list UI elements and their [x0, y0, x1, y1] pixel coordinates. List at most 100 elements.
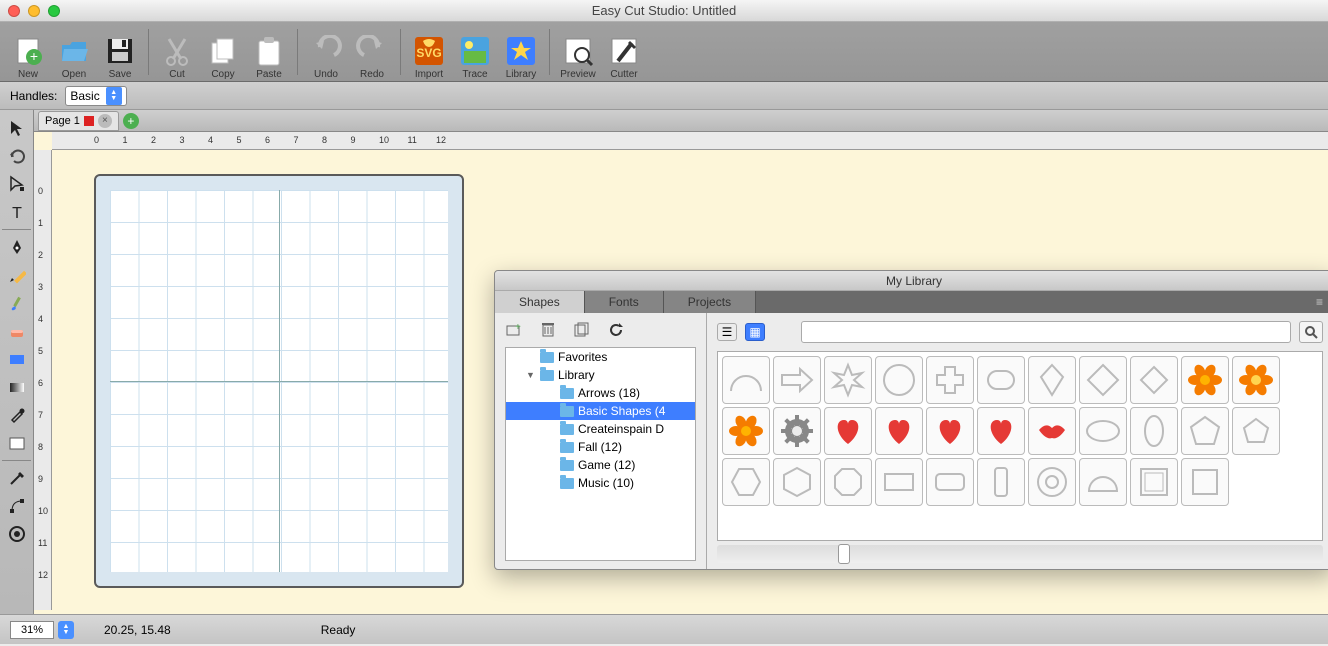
library-tree[interactable]: Favorites▼LibraryArrows (18)Basic Shapes…: [505, 347, 696, 561]
library-menu-icon[interactable]: ≡: [1306, 291, 1328, 313]
library-title[interactable]: My Library: [495, 271, 1328, 291]
shape-pentagon[interactable]: [1181, 407, 1229, 455]
tree-item[interactable]: Fall (12): [506, 438, 695, 456]
shape-rect-tall[interactable]: [977, 458, 1025, 506]
shape-hexagon[interactable]: [722, 458, 770, 506]
shape-circle[interactable]: [875, 356, 923, 404]
zoom-stepper[interactable]: ▲▼: [58, 621, 74, 639]
shape-arrow[interactable]: [773, 356, 821, 404]
shape-rect-tool[interactable]: [2, 346, 32, 372]
copy-button[interactable]: Copy: [201, 24, 245, 80]
shape-pentagon2[interactable]: [1232, 407, 1280, 455]
trace-button[interactable]: Trace: [453, 24, 497, 80]
brush-tool[interactable]: [2, 290, 32, 316]
list-view-button[interactable]: ☰: [717, 323, 737, 341]
cutting-mat[interactable]: [94, 174, 464, 588]
toolbar-label: New: [18, 69, 38, 80]
shape-square-bevel[interactable]: [1130, 458, 1178, 506]
tree-item[interactable]: Favorites: [506, 348, 695, 366]
close-tab-icon[interactable]: ×: [98, 114, 112, 128]
add-folder-icon[interactable]: +: [505, 321, 523, 339]
undo-button[interactable]: Undo: [304, 24, 348, 80]
pencil-tool[interactable]: [2, 262, 32, 288]
shape-lips[interactable]: [1028, 407, 1076, 455]
pen-tool[interactable]: [2, 234, 32, 260]
tree-item[interactable]: ▼Library: [506, 366, 695, 384]
shape-asterisk[interactable]: [824, 356, 872, 404]
shape-rounded-rect[interactable]: [926, 458, 974, 506]
library-tab-shapes[interactable]: Shapes: [495, 291, 585, 313]
shape-hexagon2[interactable]: [773, 458, 821, 506]
cut-icon: [161, 35, 193, 67]
import-icon: SVG: [413, 35, 445, 67]
shape-diamond2[interactable]: [1130, 356, 1178, 404]
eyedropper-tool[interactable]: [2, 402, 32, 428]
add-tab-button[interactable]: +: [123, 113, 139, 129]
page-tab[interactable]: Page 1 ×: [38, 111, 119, 131]
shape-capsule[interactable]: [977, 356, 1025, 404]
tree-item[interactable]: Arrows (18): [506, 384, 695, 402]
select-tool[interactable]: [2, 115, 32, 141]
shape-octagon[interactable]: [824, 458, 872, 506]
tree-item[interactable]: Createinspain D: [506, 420, 695, 438]
new-button[interactable]: + New: [6, 24, 50, 80]
node-tool[interactable]: [2, 171, 32, 197]
eraser-tool[interactable]: [2, 318, 32, 344]
open-button[interactable]: Open: [52, 24, 96, 80]
shape-diamond[interactable]: [1079, 356, 1127, 404]
shape-arch[interactable]: [722, 356, 770, 404]
handles-select[interactable]: Basic ▲▼: [65, 86, 126, 106]
shape-flower-orange-yellow[interactable]: [1232, 356, 1280, 404]
shape-heart3[interactable]: [926, 407, 974, 455]
tree-item[interactable]: Game (12): [506, 456, 695, 474]
rotate-tool[interactable]: [2, 143, 32, 169]
bezier-tool[interactable]: [2, 493, 32, 519]
toolbar-label: Preview: [560, 69, 596, 80]
cutter-button[interactable]: Cutter: [602, 24, 646, 80]
tree-item[interactable]: Music (10): [506, 474, 695, 492]
shape-ellipse[interactable]: [1079, 407, 1127, 455]
shape-heart-half[interactable]: [977, 407, 1025, 455]
shape-flower-orange[interactable]: [1181, 356, 1229, 404]
shape-gear[interactable]: [773, 407, 821, 455]
save-button[interactable]: Save: [98, 24, 142, 80]
gradient-tool[interactable]: [2, 374, 32, 400]
search-button[interactable]: [1299, 321, 1323, 343]
shape-flower-orange-small[interactable]: [722, 407, 770, 455]
tree-label: Music (10): [578, 476, 634, 490]
shape-rect[interactable]: [875, 458, 923, 506]
import-button[interactable]: SVG Import: [407, 24, 451, 80]
library-tab-projects[interactable]: Projects: [664, 291, 756, 313]
paste-icon: [253, 35, 285, 67]
paste-button[interactable]: Paste: [247, 24, 291, 80]
library-tab-fonts[interactable]: Fonts: [585, 291, 664, 313]
toolbar-label: Import: [415, 69, 443, 80]
text-tool[interactable]: T: [2, 199, 32, 225]
shape-heart2[interactable]: [875, 407, 923, 455]
svg-text:SVG: SVG: [416, 46, 441, 60]
thumbnail-size-slider[interactable]: [717, 545, 1323, 563]
shape-square[interactable]: [1181, 458, 1229, 506]
shape-oval-tall[interactable]: [1130, 407, 1178, 455]
refresh-icon[interactable]: [607, 321, 625, 339]
grid-view-button[interactable]: ▦: [745, 323, 765, 341]
tree-item[interactable]: Basic Shapes (4: [506, 402, 695, 420]
grid-toggle-tool[interactable]: [2, 521, 32, 547]
open-icon: [58, 35, 90, 67]
shape-donut[interactable]: [1028, 458, 1076, 506]
redo-button[interactable]: Redo: [350, 24, 394, 80]
new-icon: +: [12, 35, 44, 67]
duplicate-icon[interactable]: [573, 321, 591, 339]
library-button[interactable]: Library: [499, 24, 543, 80]
swatch-tool[interactable]: [2, 430, 32, 456]
shape-kite[interactable]: [1028, 356, 1076, 404]
zoom-field[interactable]: 31%: [10, 621, 54, 639]
knife-tool[interactable]: [2, 465, 32, 491]
trash-icon[interactable]: [539, 321, 557, 339]
preview-button[interactable]: Preview: [556, 24, 600, 80]
shape-half-circle[interactable]: [1079, 458, 1127, 506]
shape-heart[interactable]: [824, 407, 872, 455]
library-search-input[interactable]: [801, 321, 1291, 343]
shape-cross[interactable]: [926, 356, 974, 404]
cut-button[interactable]: Cut: [155, 24, 199, 80]
